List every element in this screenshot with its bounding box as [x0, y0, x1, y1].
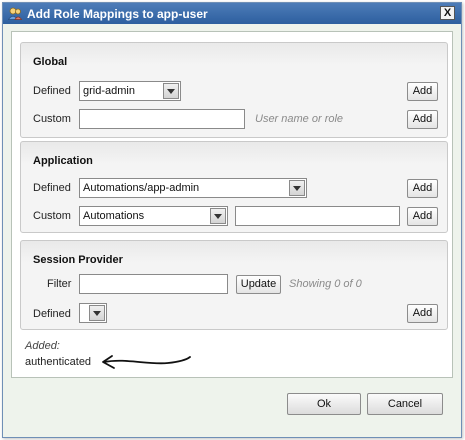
- application-section: Application Defined Automations/app-admi…: [20, 141, 448, 233]
- application-defined-select[interactable]: Automations/app-admin: [79, 178, 307, 198]
- session-provider-defined-select[interactable]: [79, 303, 107, 323]
- session-provider-section-title: Session Provider: [33, 254, 123, 266]
- dialog-title: Add Role Mappings to app-user: [27, 7, 208, 21]
- session-provider-defined-label: Defined: [33, 308, 71, 320]
- application-section-title: Application: [33, 155, 93, 167]
- application-defined-label: Defined: [33, 182, 71, 194]
- global-defined-add-button[interactable]: Add: [407, 82, 438, 101]
- application-defined-add-button[interactable]: Add: [407, 179, 438, 198]
- global-custom-add-button[interactable]: Add: [407, 110, 438, 129]
- pointing-arrow-icon: [102, 355, 191, 369]
- application-custom-label: Custom: [33, 210, 71, 222]
- application-custom-select[interactable]: Automations: [79, 206, 228, 226]
- dialog-content: Global Defined grid-admin Add Custom Use…: [11, 31, 453, 378]
- chevron-down-icon[interactable]: [89, 305, 105, 321]
- application-custom-select-value: Automations: [83, 210, 145, 222]
- global-defined-value: grid-admin: [83, 85, 135, 97]
- session-provider-update-button[interactable]: Update: [236, 275, 281, 294]
- global-custom-label: Custom: [33, 113, 71, 125]
- cancel-button[interactable]: Cancel: [367, 393, 443, 415]
- ok-button[interactable]: Ok: [287, 393, 361, 415]
- global-custom-hint: User name or role: [255, 113, 344, 125]
- session-provider-section: Session Provider Filter Update Showing 0…: [20, 240, 448, 330]
- close-icon: X: [443, 7, 452, 19]
- chevron-down-icon[interactable]: [210, 208, 226, 224]
- people-icon: [7, 7, 23, 20]
- added-item: authenticated: [25, 356, 92, 368]
- global-section-title: Global: [33, 56, 68, 68]
- session-provider-filter-label: Filter: [47, 278, 72, 290]
- dialog-titlebar[interactable]: Add Role Mappings to app-user X: [3, 3, 461, 24]
- application-custom-add-button[interactable]: Add: [407, 207, 438, 226]
- application-defined-value: Automations/app-admin: [83, 182, 200, 194]
- global-defined-label: Defined: [33, 85, 71, 97]
- global-custom-input[interactable]: [79, 109, 245, 129]
- added-label: Added:: [25, 340, 60, 352]
- add-role-mappings-dialog: Add Role Mappings to app-user X Global D…: [2, 2, 462, 438]
- close-button[interactable]: X: [440, 6, 455, 20]
- session-provider-add-button[interactable]: Add: [407, 304, 438, 323]
- global-defined-select[interactable]: grid-admin: [79, 81, 181, 101]
- session-provider-filter-input[interactable]: [79, 274, 228, 294]
- chevron-down-icon[interactable]: [289, 180, 305, 196]
- session-provider-status: Showing 0 of 0: [289, 278, 362, 290]
- application-custom-input[interactable]: [235, 206, 400, 226]
- chevron-down-icon[interactable]: [163, 83, 179, 99]
- global-section: Global Defined grid-admin Add Custom Use…: [20, 42, 448, 138]
